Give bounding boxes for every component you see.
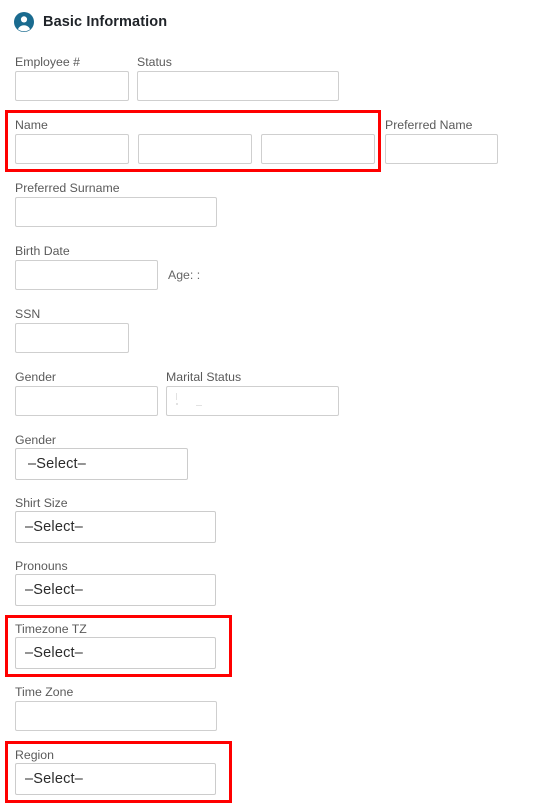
status-label: Status: [137, 55, 172, 69]
timezone-tz-value: –Select–: [25, 645, 84, 661]
basic-information-form: Basic Information Employee # Status Name…: [0, 0, 549, 805]
pronouns-value: –Select–: [25, 582, 84, 598]
marital-status-artifact: [196, 405, 202, 406]
marital-status-artifact: [176, 393, 177, 400]
name-last-input[interactable]: [261, 134, 375, 164]
page-title: Basic Information: [43, 14, 168, 30]
employee-number-input[interactable]: [15, 71, 129, 101]
preferred-surname-input[interactable]: [15, 197, 217, 227]
time-zone-label: Time Zone: [15, 685, 74, 699]
name-middle-input[interactable]: [138, 134, 252, 164]
preferred-name-label: Preferred Name: [385, 118, 473, 132]
employee-number-label: Employee #: [15, 55, 80, 69]
timezone-tz-select[interactable]: –Select–: [15, 637, 216, 669]
time-zone-input[interactable]: [15, 701, 217, 731]
shirt-size-select[interactable]: –Select–: [15, 511, 216, 543]
section-header: Basic Information: [14, 12, 167, 32]
gender-text-label: Gender: [15, 370, 57, 384]
ssn-input[interactable]: [15, 323, 129, 353]
name-first-input[interactable]: [15, 134, 129, 164]
pronouns-label: Pronouns: [15, 559, 68, 573]
gender-select[interactable]: –Select–: [15, 448, 188, 480]
status-input[interactable]: [137, 71, 339, 101]
region-select[interactable]: –Select–: [15, 763, 216, 795]
birth-date-input[interactable]: [15, 260, 158, 290]
gender-text-input[interactable]: [15, 386, 158, 416]
region-label: Region: [15, 748, 54, 762]
user-avatar-icon: [14, 12, 34, 32]
timezone-tz-label: Timezone TZ: [15, 622, 87, 636]
shirt-size-label: Shirt Size: [15, 496, 68, 510]
marital-status-input[interactable]: [166, 386, 339, 416]
shirt-size-value: –Select–: [25, 519, 84, 535]
pronouns-select[interactable]: –Select–: [15, 574, 216, 606]
marital-status-artifact: [176, 403, 178, 405]
birth-date-label: Birth Date: [15, 244, 70, 258]
name-label: Name: [15, 118, 48, 132]
gender-select-value: –Select–: [28, 456, 87, 472]
marital-status-label: Marital Status: [166, 370, 242, 384]
preferred-name-input[interactable]: [385, 134, 498, 164]
preferred-surname-label: Preferred Surname: [15, 181, 120, 195]
region-value: –Select–: [25, 771, 84, 787]
gender-select-label: Gender: [15, 433, 57, 447]
age-value: Age: :: [168, 268, 201, 282]
ssn-label: SSN: [15, 307, 41, 321]
